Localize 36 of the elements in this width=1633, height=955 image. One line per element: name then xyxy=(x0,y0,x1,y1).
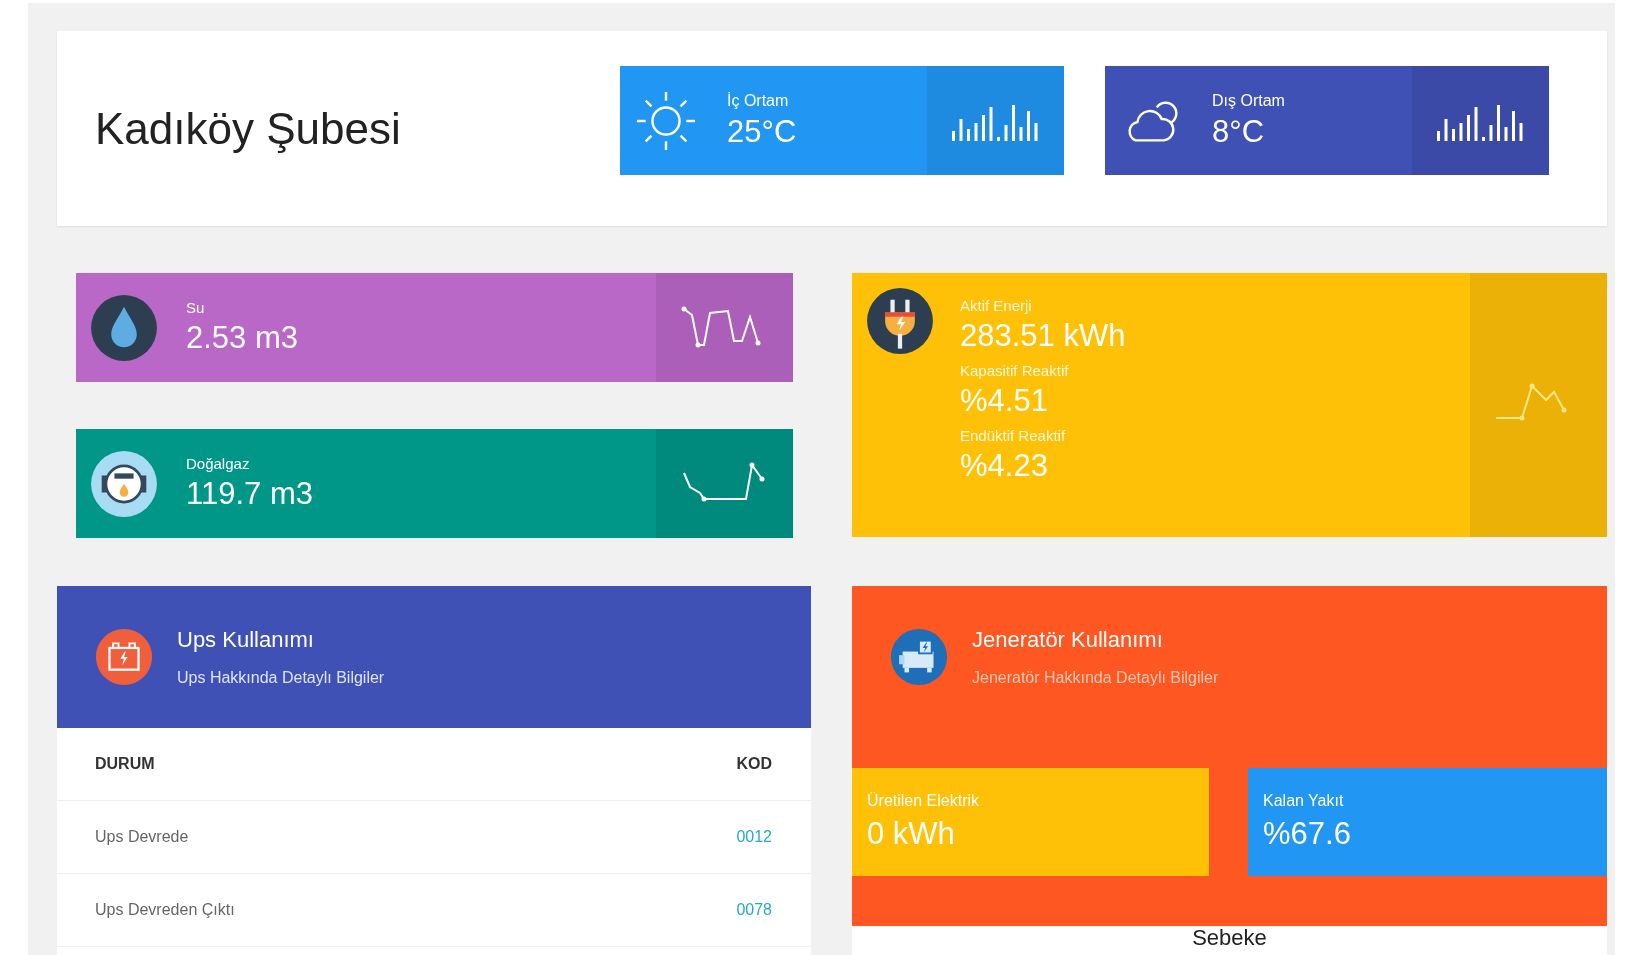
reading-label: Kapasitif Reaktif xyxy=(960,362,1070,379)
plug-icon xyxy=(866,287,934,355)
column-header: KOD xyxy=(736,755,772,773)
table-cell: Ups Devrede xyxy=(95,828,189,846)
stat-value: %67.6 xyxy=(1263,816,1352,852)
table-cell: 0078 xyxy=(736,901,772,919)
table-cell: Ups Devreden Çıktı xyxy=(95,901,235,919)
water-drop-icon xyxy=(90,293,158,362)
section-title: Sebeke xyxy=(1192,926,1267,952)
temperature-value: 25°C xyxy=(727,113,798,150)
card-subtitle: Jeneratör Hakkında Detaylı Bilgiler xyxy=(972,669,1219,687)
meter-label: Su xyxy=(186,299,206,316)
reading-label: Aktif Enerji xyxy=(960,297,1033,314)
column-header: DURUM xyxy=(95,755,155,773)
reading-label: Endüktif Reaktif xyxy=(960,427,1067,444)
gas-meter-icon xyxy=(90,449,158,518)
temperature-value: 8°C xyxy=(1212,113,1266,150)
sun-icon xyxy=(635,89,697,152)
meter-label: Doğalgaz xyxy=(186,455,251,472)
weather-label: Dış Ortam xyxy=(1212,91,1286,110)
weather-label: İç Ortam xyxy=(727,91,790,110)
reading-value: %4.23 xyxy=(960,448,1049,484)
stat-value: 0 kWh xyxy=(867,816,956,852)
card-title: Jeneratör Kullanımı xyxy=(972,627,1164,653)
card-title: Ups Kullanımı xyxy=(177,627,315,653)
generator-icon xyxy=(890,628,948,686)
battery-icon xyxy=(95,628,153,686)
meter-value: 2.53 m3 xyxy=(186,320,299,356)
stat-label: Kalan Yakıt xyxy=(1263,792,1345,810)
meter-value: 119.7 m3 xyxy=(186,476,314,512)
stat-label: Üretilen Elektrik xyxy=(867,792,981,810)
table-cell: 0012 xyxy=(736,828,772,846)
branch-title: Kadıköy Şubesi xyxy=(95,103,402,154)
reading-value: %4.51 xyxy=(960,383,1049,419)
card-subtitle: Ups Hakkında Detaylı Bilgiler xyxy=(177,669,385,687)
reading-value: 283.51 kWh xyxy=(960,318,1127,354)
